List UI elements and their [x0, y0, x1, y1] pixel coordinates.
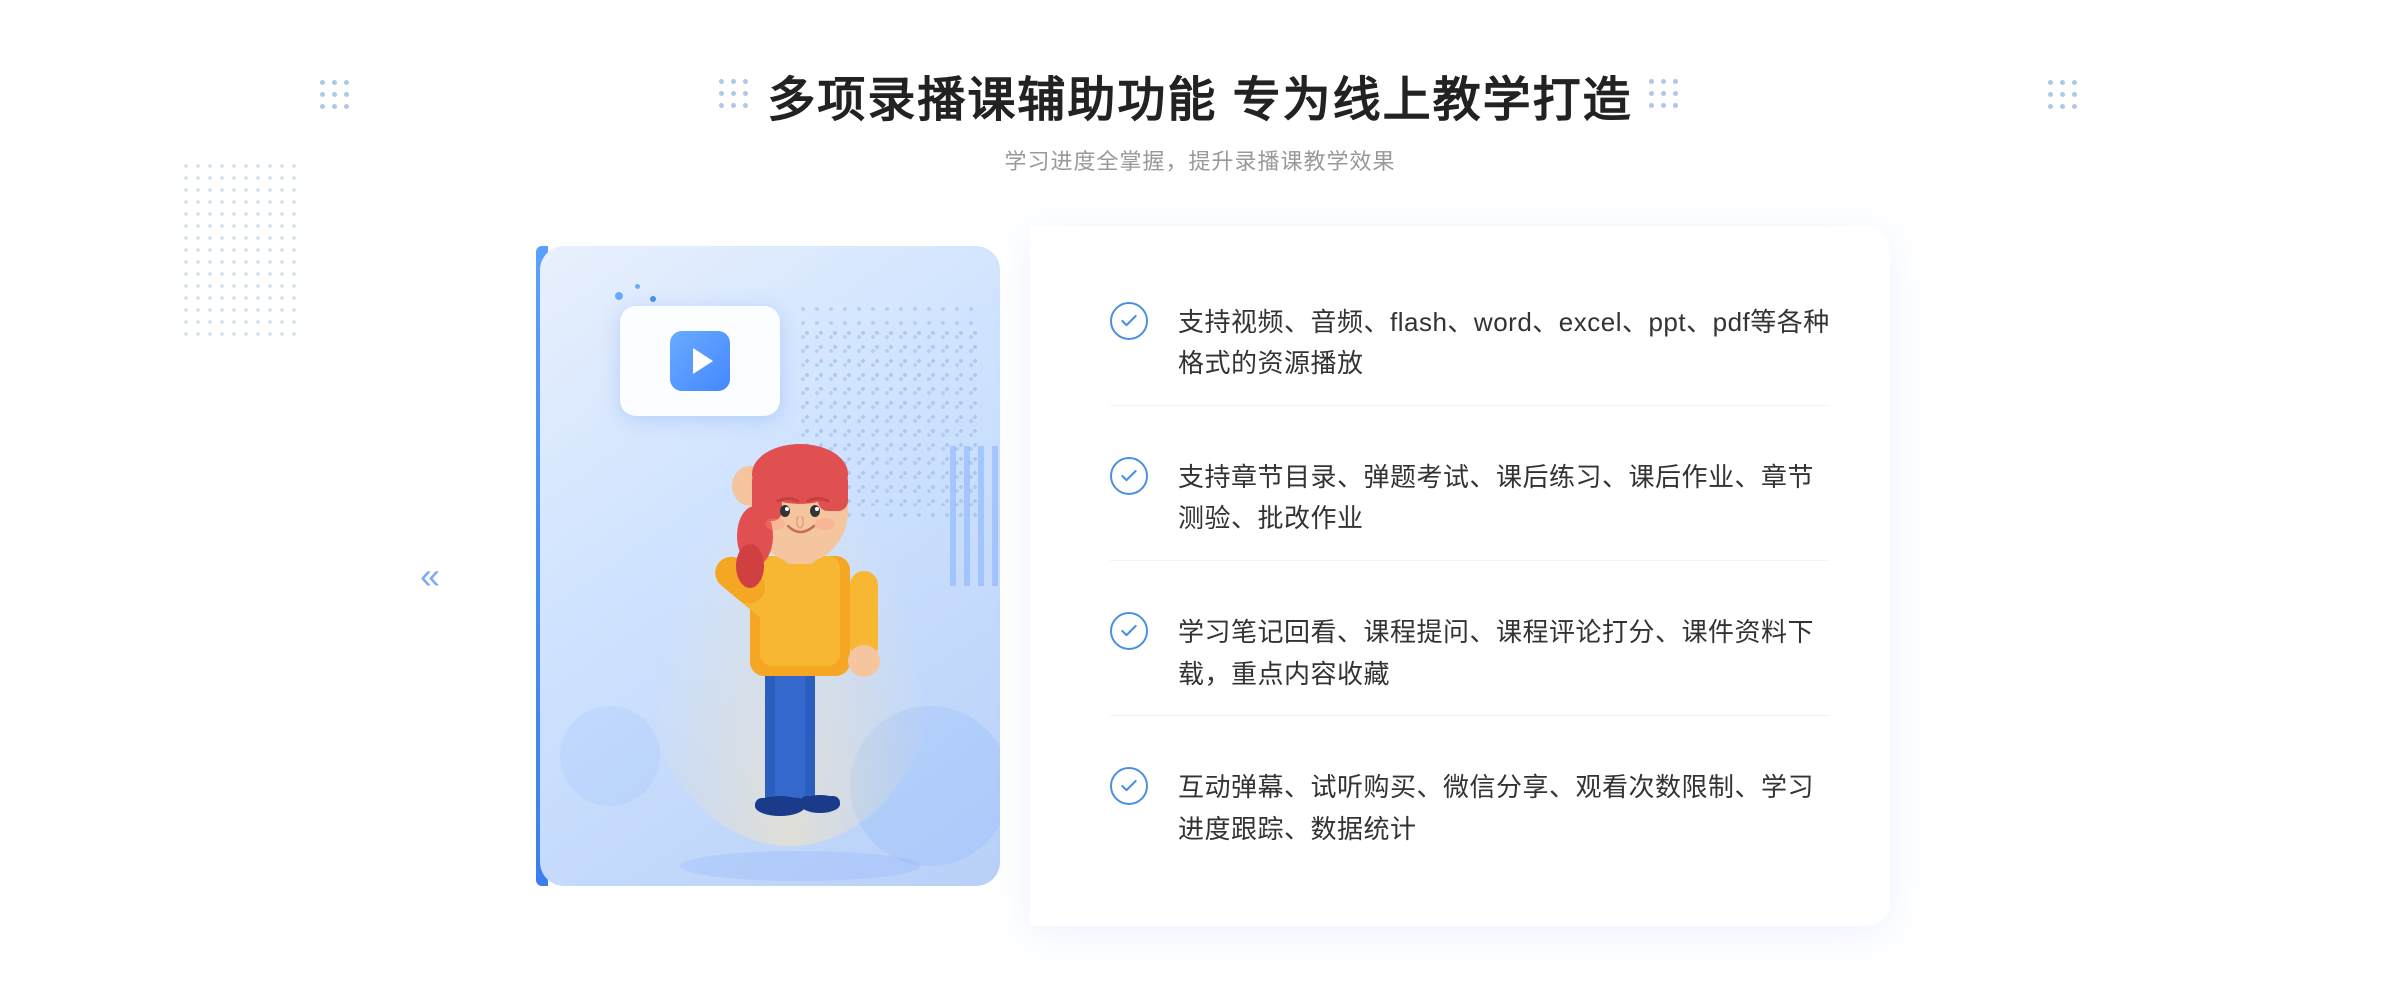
page-container: 多项录播课辅助功能 专为线上教学打造 学习进度全掌握，提升录播课教学效果 « — [0, 0, 2400, 1006]
illustration-background — [540, 246, 1000, 886]
check-icon-1 — [1110, 302, 1148, 340]
sparkle-2 — [635, 284, 640, 289]
feature-text-2: 支持章节目录、弹题考试、课后练习、课后作业、章节测验、批改作业 — [1178, 457, 1830, 540]
feature-item-1: 支持视频、音频、flash、word、excel、ppt、pdf等各种格式的资源… — [1110, 282, 1830, 406]
sparkle-3 — [650, 296, 656, 302]
feature-text-3: 学习笔记回看、课程提问、课程评论打分、课件资料下载，重点内容收藏 — [1178, 612, 1830, 695]
content-section: « — [500, 226, 1900, 926]
check-icon-3 — [1110, 612, 1148, 650]
left-chevron-decoration: « — [420, 555, 440, 597]
illustration-area — [500, 226, 1040, 926]
decoration-dots-right — [2048, 80, 2080, 112]
check-icon-2 — [1110, 457, 1148, 495]
header-section: 多项录播课辅助功能 专为线上教学打造 学习进度全掌握，提升录播课教学效果 — [719, 60, 1680, 176]
feature-text-4: 互动弹幕、试听购买、微信分享、观看次数限制、学习进度跟踪、数据统计 — [1178, 767, 1830, 850]
features-panel: 支持视频、音频、flash、word、excel、ppt、pdf等各种格式的资源… — [1030, 226, 1890, 926]
sparkle-1 — [615, 292, 623, 300]
feature-item-3: 学习笔记回看、课程提问、课程评论打分、课件资料下载，重点内容收藏 — [1110, 592, 1830, 716]
decoration-dots-left — [320, 80, 352, 112]
title-dot-grid-right — [1649, 79, 1681, 111]
title-dot-grid-left — [719, 79, 751, 111]
feature-item-2: 支持章节目录、弹题考试、课后练习、课后作业、章节测验、批改作业 — [1110, 437, 1830, 561]
feature-text-1: 支持视频、音频、flash、word、excel、ppt、pdf等各种格式的资源… — [1178, 302, 1830, 385]
character-illustration — [620, 326, 980, 886]
sub-title: 学习进度全掌握，提升录播课教学效果 — [719, 144, 1680, 176]
check-icon-4 — [1110, 767, 1148, 805]
main-title: 多项录播课辅助功能 专为线上教学打造 — [767, 60, 1632, 130]
feature-item-4: 互动弹幕、试听购买、微信分享、观看次数限制、学习进度跟踪、数据统计 — [1110, 747, 1830, 870]
title-row: 多项录播课辅助功能 专为线上教学打造 — [719, 60, 1680, 130]
